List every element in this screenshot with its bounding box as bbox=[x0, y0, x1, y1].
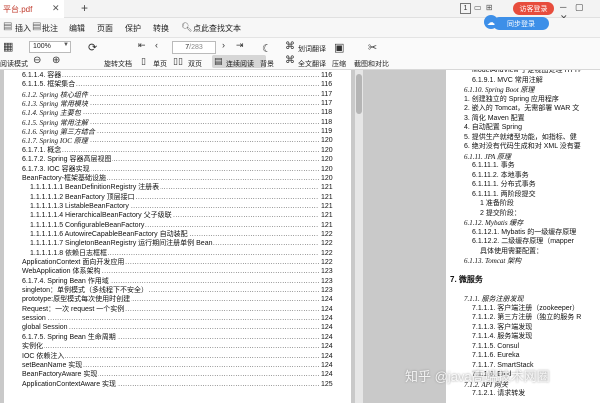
chevron-down-icon[interactable]: ▼ bbox=[63, 42, 69, 48]
toc-entry[interactable]: 7.1.1.4. 服务端发现 bbox=[472, 332, 532, 342]
toolbar: ▦ 阅读模式 100% ▼ ⊖ ⊕ ⟳ 旋转文档 ⇤ ‹ 7/283 › ⇥ ▯… bbox=[0, 38, 600, 70]
menu-insert[interactable]: 插入 bbox=[15, 23, 31, 34]
toc-entry[interactable]: 6.1.11. JPA 原理 bbox=[464, 152, 511, 162]
toc-entry[interactable]: 6.1.11.1. 分布式事务 bbox=[472, 180, 536, 190]
toc-entry[interactable]: 7.1.1.6. Eureka bbox=[472, 351, 519, 361]
compress-icon[interactable]: ▣ bbox=[334, 41, 344, 54]
title-bar: 平台.pdf ✕ + 1 ▭ ⊞ 访客登录 ─ ▢ ✕ bbox=[0, 0, 600, 23]
last-page-icon[interactable]: ⇥ bbox=[236, 40, 244, 51]
annotate-icon: ▤ bbox=[32, 21, 42, 32]
menu-protect[interactable]: 保护 bbox=[125, 23, 141, 34]
single-page-icon[interactable]: ▯ bbox=[141, 56, 146, 67]
toc-entry[interactable]: 具体使用需要配置： bbox=[480, 247, 543, 257]
word-translate-icon[interactable]: ⌘ bbox=[285, 41, 295, 52]
zoom-in-icon[interactable]: ⊕ bbox=[52, 55, 60, 66]
menu-convert[interactable]: 转换 bbox=[153, 23, 169, 34]
toc-entry[interactable]: 6.1.12.1. Mybatis 的一级缓存原理 bbox=[472, 228, 576, 238]
sync-login-button[interactable]: 同步登录 bbox=[493, 17, 549, 30]
menu-page[interactable]: 页面 bbox=[97, 23, 113, 34]
close-icon[interactable]: ✕ bbox=[52, 3, 60, 14]
workspace-icon[interactable]: 1 bbox=[460, 3, 471, 14]
new-tab-icon[interactable]: + bbox=[81, 1, 88, 15]
full-translate-icon[interactable]: ⌘ bbox=[285, 55, 295, 66]
prev-page-icon[interactable]: ‹ bbox=[155, 40, 158, 50]
layout-icons[interactable]: ▭ ⊞ bbox=[474, 3, 493, 12]
toc-entry[interactable]: 7.1.1.1. 客户端注册（zookeeper） bbox=[472, 304, 579, 314]
read-mode-icon[interactable]: ▦ bbox=[3, 40, 13, 53]
zoom-out-icon[interactable]: ⊖ bbox=[33, 55, 41, 66]
visitor-login-button[interactable]: 访客登录 bbox=[513, 2, 554, 15]
toc-entry[interactable]: 1 准备阶段 bbox=[480, 199, 514, 209]
continuous-read-icon[interactable]: ▤ bbox=[214, 56, 223, 67]
toc-entry[interactable]: 7.1.1. 服务注册发现 bbox=[464, 294, 524, 304]
toc-entry[interactable]: 6.1.9.1. MVC 常用注解 bbox=[472, 76, 543, 86]
page-number-input[interactable]: 7/283 bbox=[172, 41, 216, 54]
toc-entry[interactable]: 6.1.11.2. 本地事务 bbox=[472, 171, 529, 181]
night-mode-icon[interactable]: ☾ bbox=[262, 42, 272, 55]
scrollbar-thumb[interactable] bbox=[356, 74, 362, 114]
insert-icon: ▤ bbox=[3, 21, 13, 32]
double-page-label[interactable]: 双页 bbox=[188, 59, 202, 69]
find-text-label[interactable]: 点此查找文本 bbox=[193, 23, 241, 34]
toc-entry[interactable]: 5. 提供生产就绪型功能，如指标、健 bbox=[464, 133, 577, 143]
toc-entry[interactable]: 2 提交阶段： bbox=[480, 209, 521, 219]
toc-entry[interactable]: 2. 嵌入的 Tomcat，无需部署 WAR 文 bbox=[464, 104, 579, 114]
toc-entry[interactable]: 6.1.12.2. 二级缓存原理（mapper bbox=[472, 237, 574, 247]
compress-label[interactable]: 压缩 bbox=[332, 59, 346, 69]
toc-entry[interactable]: 6.1.11.1. 事务 bbox=[472, 161, 515, 171]
toc-entry[interactable]: 7.1.1.5. Consul bbox=[472, 342, 519, 352]
watermark-text: 知乎 @java高端技术网圈 bbox=[405, 369, 550, 384]
read-mode-label[interactable]: 阅读模式 bbox=[0, 59, 28, 69]
background-label[interactable]: 背景 bbox=[260, 59, 274, 69]
toc-entry[interactable]: 4. 自动配置 Spring bbox=[464, 123, 522, 133]
pdf-page-left: 6.1.1.4. 容器.............................… bbox=[4, 70, 351, 403]
toc-entry[interactable]: 7.1.2.1. 请求转发 bbox=[472, 389, 525, 399]
toc-entry[interactable]: 6.1.11.1. 两阶段提交 bbox=[472, 190, 536, 200]
toc-entry[interactable]: 6.1.10. Spring Boot 原理 bbox=[464, 85, 534, 95]
page-total: /283 bbox=[189, 44, 203, 51]
search-icon[interactable]: 🔍︎ bbox=[181, 22, 192, 33]
double-page-icon[interactable]: ▯▯ bbox=[173, 56, 183, 67]
first-page-icon[interactable]: ⇤ bbox=[138, 40, 146, 51]
document-tab-label: 平台.pdf bbox=[3, 4, 33, 14]
toc-entry-title: ApplicationContextAware 实现 bbox=[22, 379, 118, 390]
word-translate-label[interactable]: 划词翻译 bbox=[298, 44, 326, 54]
vertical-scrollbar[interactable] bbox=[355, 70, 363, 403]
screenshot-icon[interactable]: ✂ bbox=[368, 41, 377, 54]
toc-entry[interactable]: 6.1.12. Mybatis 缓存 bbox=[464, 218, 523, 228]
toc-entry[interactable]: 7.1.1.2. 第三方注册（独立的服务 R bbox=[472, 313, 581, 323]
continuous-read-label[interactable]: 连续阅读 bbox=[226, 59, 254, 69]
toc-entry[interactable]: ApplicationContextAware 实现..............… bbox=[22, 379, 337, 390]
toc-entry[interactable]: 6. 绝对没有代码生成和对 XML 没有要 bbox=[464, 142, 581, 152]
toc-entry[interactable]: 6.1.13. Tomcat 架构 bbox=[464, 256, 521, 266]
toc-entry[interactable]: 3. 简化 Maven 配置 bbox=[464, 114, 525, 124]
rotate-icon[interactable]: ⟳ bbox=[88, 41, 97, 54]
toc-entry[interactable]: 7. 微服务 bbox=[450, 275, 483, 285]
screenshot-compare-label[interactable]: 截图和对比 bbox=[354, 59, 389, 69]
full-translate-label[interactable]: 全文翻译 bbox=[298, 59, 326, 69]
single-page-label[interactable]: 单页 bbox=[153, 59, 167, 69]
rotate-label[interactable]: 旋转文档 bbox=[104, 59, 132, 69]
document-area[interactable]: 6.1.1.4. 容器.............................… bbox=[0, 70, 600, 403]
toc-entry[interactable]: 1. 创建独立的 Spring 应用程序 bbox=[464, 95, 559, 105]
pdf-page-right: ModelAndView 于定视图处理 HTTP 6.1.9.1. MVC 常用注… bbox=[446, 70, 600, 403]
toc-entry[interactable]: 7.1.1.3. 客户端发现 bbox=[472, 323, 532, 333]
toc-page-number: 125 bbox=[321, 379, 337, 390]
next-page-icon[interactable]: › bbox=[222, 40, 225, 50]
menu-annotate[interactable]: 批注 bbox=[42, 23, 58, 34]
menu-edit[interactable]: 编辑 bbox=[69, 23, 85, 34]
document-tab[interactable]: 平台.pdf ✕ bbox=[0, 0, 64, 18]
cloud-sync-icon[interactable]: ☁ bbox=[484, 15, 498, 29]
